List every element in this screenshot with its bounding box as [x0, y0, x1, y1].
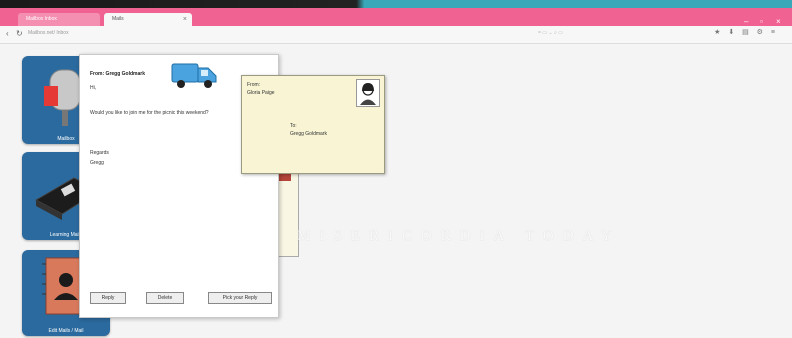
email-from: From: Gregg Goldmark — [90, 71, 146, 77]
sender-avatar — [356, 79, 380, 107]
toolbar-icons[interactable]: ★ ⬇ ▤ ⚙ ≡ — [714, 28, 778, 36]
reply-button[interactable]: Reply — [90, 292, 126, 304]
mail-envelope-note[interactable]: From: Gloria Paige To: Gregg Goldmark — [241, 75, 385, 174]
address-bar[interactable]: Mailbox.net/ Inbox — [28, 30, 69, 36]
close-icon[interactable]: × — [183, 13, 187, 26]
close-window-icon[interactable]: × — [776, 17, 781, 26]
browser-tab-inbox[interactable]: Mailbox Inbox — [18, 13, 100, 26]
toolbar-hint: = ▭ ⌄ ⌕ ▭ — [538, 30, 563, 36]
browser-toolbar: ‹ ↻ Mailbox.net/ Inbox = ▭ ⌄ ⌕ ▭ ★ ⬇ ▤ ⚙… — [0, 26, 792, 44]
delivery-truck-icon — [171, 63, 217, 88]
avatar-icon — [360, 83, 376, 105]
pick-reply-button[interactable]: Pick your Reply — [208, 292, 272, 304]
screen-top-strip — [0, 0, 792, 8]
browser-tab-mails[interactable]: Mails × — [104, 13, 192, 26]
email-body: Would you like to join me for the picnic… — [90, 110, 209, 116]
browser-tab-label: Mailbox Inbox — [26, 16, 57, 22]
back-icon[interactable]: ‹ — [6, 29, 9, 38]
email-greeting: Hi, — [90, 85, 97, 91]
note-to-label: To: — [290, 123, 297, 129]
browser-tab-bar: Mailbox Inbox Mails × – ▫ × — [0, 8, 792, 26]
note-from-name: Gloria Paige — [247, 90, 275, 96]
reload-icon[interactable]: ↻ — [16, 29, 23, 38]
watermark-text: MISERICORDIA TODAY — [297, 228, 621, 244]
delete-button[interactable]: Delete — [146, 292, 184, 304]
email-signature: Gregg — [90, 160, 104, 166]
note-to-name: Gregg Goldmark — [290, 131, 327, 137]
card-marker — [279, 173, 291, 181]
browser-tab-label: Mails — [112, 16, 124, 22]
maximize-icon[interactable]: ▫ — [760, 17, 763, 26]
tile-label: Edit Mails / Mail — [48, 328, 84, 334]
note-from-label: From: — [247, 82, 261, 88]
email-signoff: Regards — [90, 150, 109, 156]
minimize-icon[interactable]: – — [744, 17, 748, 26]
